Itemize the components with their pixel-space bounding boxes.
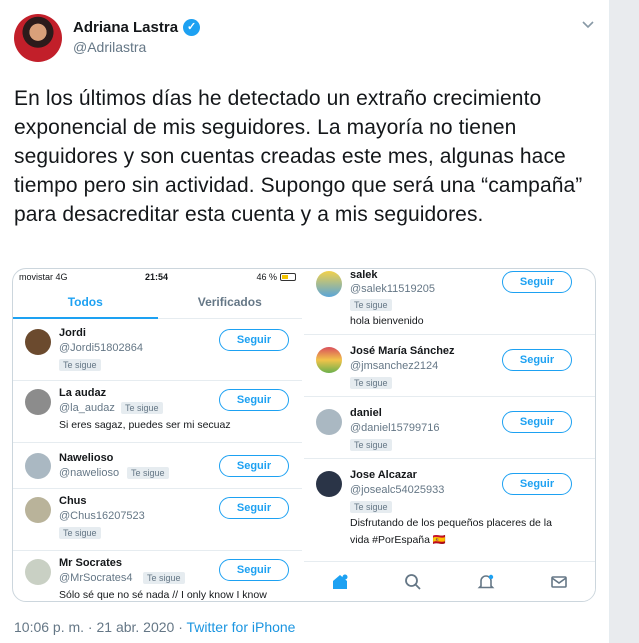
phone-status-bar: movistar 4G 21:54 46 % [13, 269, 302, 285]
author-name-row[interactable]: Adriana Lastra ✓ [73, 19, 201, 36]
follower-name[interactable]: salek [350, 269, 378, 281]
follower-handle: @Jordi51802864 [59, 342, 143, 354]
follows-you-badge: Te sigue [143, 572, 185, 584]
followers-tabs: Todos Verificados [13, 285, 302, 319]
follower-bio: hola bienvenido [350, 315, 424, 327]
battery-group: 46 % [256, 272, 296, 282]
follower-name[interactable]: La audaz [59, 387, 106, 399]
follow-button[interactable]: Seguir [502, 411, 572, 433]
avatar[interactable] [25, 389, 51, 415]
battery-percent: 46 % [256, 272, 277, 282]
follower-bio: Sólo sé que no sé nada // I only know I … [59, 589, 267, 601]
tab-verificados[interactable]: Verificados [158, 285, 303, 318]
follow-button[interactable]: Seguir [502, 473, 572, 495]
followers-screenshot-right[interactable]: salek @salek11519205 Te sigue hola bienv… [304, 269, 595, 601]
follower-name[interactable]: José María Sánchez [350, 345, 455, 357]
avatar[interactable] [25, 329, 51, 355]
follow-button[interactable]: Seguir [219, 455, 289, 477]
tweet-source-link[interactable]: Twitter for iPhone [187, 619, 296, 635]
status-time: 21:54 [145, 272, 169, 282]
follower-bio: Disfrutando de los pequeños placeres de … [350, 517, 552, 529]
follower-handle: @daniel15799716 [350, 422, 440, 434]
follower-handle: @la_audaz [59, 402, 115, 414]
carrier-label: movistar 4G [19, 272, 68, 282]
follower-handle: @MrSocrates4 [59, 572, 133, 584]
follower-row[interactable]: salek @salek11519205 Te sigue hola bienv… [304, 269, 595, 335]
avatar[interactable] [25, 453, 51, 479]
avatar[interactable] [316, 471, 342, 497]
notifications-icon[interactable] [476, 572, 496, 592]
follower-name[interactable]: Nawelioso [59, 452, 113, 464]
avatar[interactable] [25, 497, 51, 523]
follower-handle: @nawelioso [59, 467, 120, 479]
messages-icon[interactable] [549, 572, 569, 592]
follows-you-badge: Te sigue [350, 299, 392, 311]
battery-icon [280, 273, 296, 281]
follower-row[interactable]: Jose Alcazar @josealc54025933 Te sigue D… [304, 459, 595, 559]
follower-name[interactable]: Mr Socrates [59, 557, 122, 569]
follower-handle: @Chus16207523 [59, 510, 145, 522]
tweet-timestamp[interactable]: 10:06 p. m. · 21 abr. 2020 · [14, 619, 187, 635]
follower-bio-line2: vida #PorEspaña 🇪🇸 [350, 534, 446, 546]
search-icon[interactable] [403, 572, 423, 592]
author-handle[interactable]: @Adrilastra [73, 39, 146, 55]
follower-row[interactable]: Mr Socrates @MrSocrates4 Te sigue Sólo s… [13, 551, 302, 601]
follow-button[interactable]: Seguir [502, 349, 572, 371]
follower-handle: @salek11519205 [350, 283, 435, 295]
tab-todos[interactable]: Todos [13, 285, 158, 319]
follow-button[interactable]: Seguir [219, 497, 289, 519]
avatar[interactable] [316, 409, 342, 435]
follow-button[interactable]: Seguir [219, 389, 289, 411]
follows-you-badge: Te sigue [59, 359, 101, 371]
follower-handle: @josealc54025933 [350, 484, 445, 496]
tweet-media[interactable]: movistar 4G 21:54 46 % Todos Verificados… [12, 268, 596, 602]
follows-you-badge: Te sigue [350, 377, 392, 389]
follower-handle: @jmsanchez2124 [350, 360, 439, 372]
avatar[interactable] [316, 271, 342, 297]
follows-you-badge: Te sigue [350, 501, 392, 513]
follower-name[interactable]: Chus [59, 495, 87, 507]
home-icon[interactable] [330, 572, 350, 592]
follows-you-badge: Te sigue [127, 467, 169, 479]
chevron-down-icon[interactable] [582, 18, 594, 32]
follows-you-badge: Te sigue [59, 527, 101, 539]
tweet-meta: 10:06 p. m. · 21 abr. 2020 · Twitter for… [14, 619, 295, 635]
follower-row[interactable]: Jordi @Jordi51802864 Te sigue Seguir [13, 319, 302, 381]
verified-badge-icon: ✓ [183, 19, 201, 36]
avatar[interactable] [25, 559, 51, 585]
follow-button[interactable]: Seguir [219, 559, 289, 581]
follower-name[interactable]: Jose Alcazar [350, 469, 417, 481]
follow-button[interactable]: Seguir [502, 271, 572, 293]
follower-row[interactable]: José María Sánchez @jmsanchez2124 Te sig… [304, 335, 595, 397]
follower-row[interactable]: daniel @daniel15799716 Te sigue Seguir [304, 397, 595, 459]
followers-screenshot-left[interactable]: movistar 4G 21:54 46 % Todos Verificados… [13, 269, 304, 601]
follower-row[interactable]: Chus @Chus16207523 Te sigue Seguir [13, 489, 302, 551]
follower-name[interactable]: daniel [350, 407, 382, 419]
follower-name[interactable]: Jordi [59, 327, 86, 339]
follower-bio: Si eres sagaz, puedes ser mi secuaz [59, 419, 231, 431]
follow-button[interactable]: Seguir [219, 329, 289, 351]
bottom-navigation [304, 561, 595, 601]
avatar[interactable] [316, 347, 342, 373]
follows-you-badge: Te sigue [121, 402, 163, 414]
author-name[interactable]: Adriana Lastra [73, 19, 178, 36]
tweet-text: En los últimos días he detectado un extr… [14, 87, 583, 226]
follows-you-badge: Te sigue [350, 439, 392, 451]
author-avatar[interactable] [14, 14, 62, 62]
follower-row[interactable]: La audaz @la_audaz Te sigue Si eres saga… [13, 381, 302, 443]
tweet-card: Adriana Lastra ✓ @Adrilastra En los últi… [0, 0, 610, 643]
follower-row[interactable]: Nawelioso @nawelioso Te sigue Seguir [13, 443, 302, 489]
